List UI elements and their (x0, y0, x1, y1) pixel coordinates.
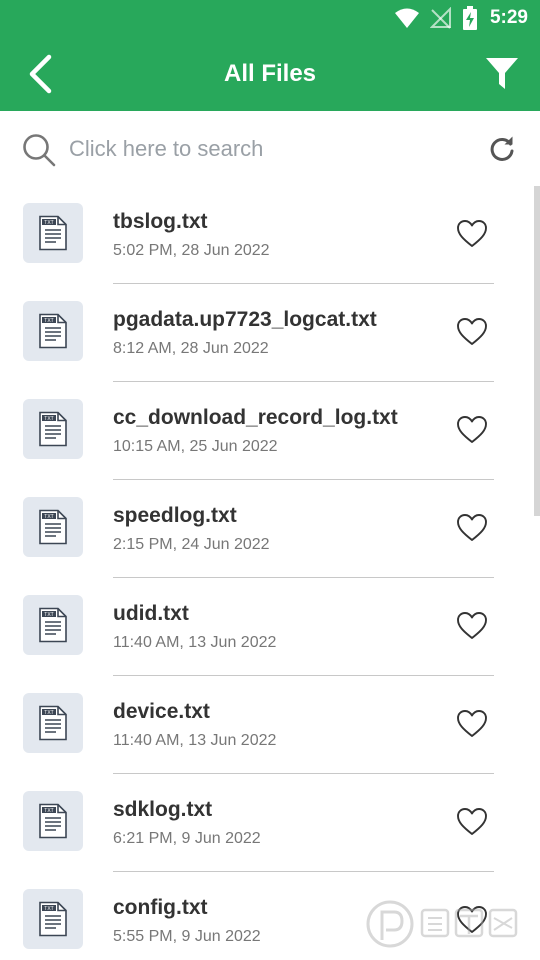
file-name: cc_download_record_log.txt (113, 406, 398, 429)
file-name: udid.txt (113, 602, 189, 625)
filter-icon (486, 58, 518, 89)
file-thumbnail: TXT (23, 889, 83, 949)
svg-text:TXT: TXT (44, 318, 53, 324)
txt-file-icon: TXT (39, 901, 67, 937)
file-date: 5:55 PM, 9 Jun 2022 (113, 928, 261, 945)
file-date: 6:21 PM, 9 Jun 2022 (113, 830, 261, 847)
txt-file-icon: TXT (39, 313, 67, 349)
file-list-item[interactable]: TXT speedlog.txt 2:15 PM, 24 Jun 2022 (0, 480, 540, 578)
status-icons: 5:29 (394, 0, 528, 36)
favorite-button[interactable] (453, 412, 491, 448)
svg-text:TXT: TXT (44, 710, 53, 716)
wifi-icon (394, 8, 419, 28)
search-bar (0, 111, 540, 187)
favorite-button[interactable] (453, 706, 491, 742)
file-list-item[interactable]: TXT device.txt 11:40 AM, 13 Jun 2022 (0, 676, 540, 774)
file-thumbnail: TXT (23, 791, 83, 851)
heart-outline-icon (457, 710, 487, 737)
file-list-item[interactable]: TXT sdklog.txt 6:21 PM, 9 Jun 2022 (0, 774, 540, 872)
file-thumbnail: TXT (23, 399, 83, 459)
heart-outline-icon (457, 612, 487, 639)
file-date: 8:12 AM, 28 Jun 2022 (113, 340, 269, 357)
svg-text:TXT: TXT (44, 514, 53, 520)
refresh-icon (490, 136, 514, 161)
heart-outline-icon (457, 514, 487, 541)
file-name: speedlog.txt (113, 504, 237, 527)
txt-file-icon: TXT (39, 803, 67, 839)
file-thumbnail: TXT (23, 301, 83, 361)
svg-text:TXT: TXT (44, 612, 53, 618)
file-date: 2:15 PM, 24 Jun 2022 (113, 536, 270, 553)
file-list-item[interactable]: TXT cc_download_record_log.txt 10:15 AM,… (0, 382, 540, 480)
file-name: pgadata.up7723_logcat.txt (113, 308, 377, 331)
file-list: TXT tbslog.txt 5:02 PM, 28 Jun 2022 TXT … (0, 186, 540, 960)
svg-text:TXT: TXT (44, 906, 53, 912)
status-bar: 5:29 (0, 0, 540, 36)
heart-outline-icon (457, 808, 487, 835)
file-date: 5:02 PM, 28 Jun 2022 (113, 242, 270, 259)
svg-text:TXT: TXT (44, 808, 53, 814)
favorite-button[interactable] (453, 314, 491, 350)
watermark-logo (366, 900, 518, 948)
file-date: 10:15 AM, 25 Jun 2022 (113, 438, 278, 455)
file-date: 11:40 AM, 13 Jun 2022 (113, 634, 277, 651)
search-icon (23, 134, 56, 167)
txt-file-icon: TXT (39, 411, 67, 447)
file-list-item[interactable]: TXT udid.txt 11:40 AM, 13 Jun 2022 (0, 578, 540, 676)
file-thumbnail: TXT (23, 497, 83, 557)
search-input[interactable] (69, 131, 449, 167)
file-list-item[interactable]: TXT tbslog.txt 5:02 PM, 28 Jun 2022 (0, 186, 540, 284)
favorite-button[interactable] (453, 608, 491, 644)
favorite-button[interactable] (453, 216, 491, 252)
favorite-button[interactable] (453, 804, 491, 840)
file-name: sdklog.txt (113, 798, 213, 821)
svg-text:TXT: TXT (44, 416, 53, 422)
scrollbar[interactable] (534, 186, 540, 516)
heart-outline-icon (457, 220, 487, 247)
app-bar: All Files (0, 36, 540, 111)
file-thumbnail: TXT (23, 595, 83, 655)
file-date: 11:40 AM, 13 Jun 2022 (113, 732, 277, 749)
favorite-button[interactable] (453, 510, 491, 546)
txt-file-icon: TXT (39, 215, 67, 251)
refresh-button[interactable] (486, 133, 518, 165)
status-time: 5:29 (489, 7, 528, 28)
txt-file-icon: TXT (39, 607, 67, 643)
file-list-item[interactable]: TXT pgadata.up7723_logcat.txt 8:12 AM, 2… (0, 284, 540, 382)
page-title: All Files (223, 60, 317, 87)
file-thumbnail: TXT (23, 203, 83, 263)
txt-file-icon: TXT (39, 509, 67, 545)
battery-charging-icon (462, 6, 477, 30)
file-name: tbslog.txt (113, 210, 208, 233)
no-signal-icon (429, 7, 451, 29)
file-name: device.txt (113, 700, 210, 723)
heart-outline-icon (457, 416, 487, 443)
svg-text:TXT: TXT (44, 220, 53, 226)
heart-outline-icon (457, 318, 487, 345)
txt-file-icon: TXT (39, 705, 67, 741)
filter-button[interactable] (480, 52, 524, 96)
file-thumbnail: TXT (23, 693, 83, 753)
